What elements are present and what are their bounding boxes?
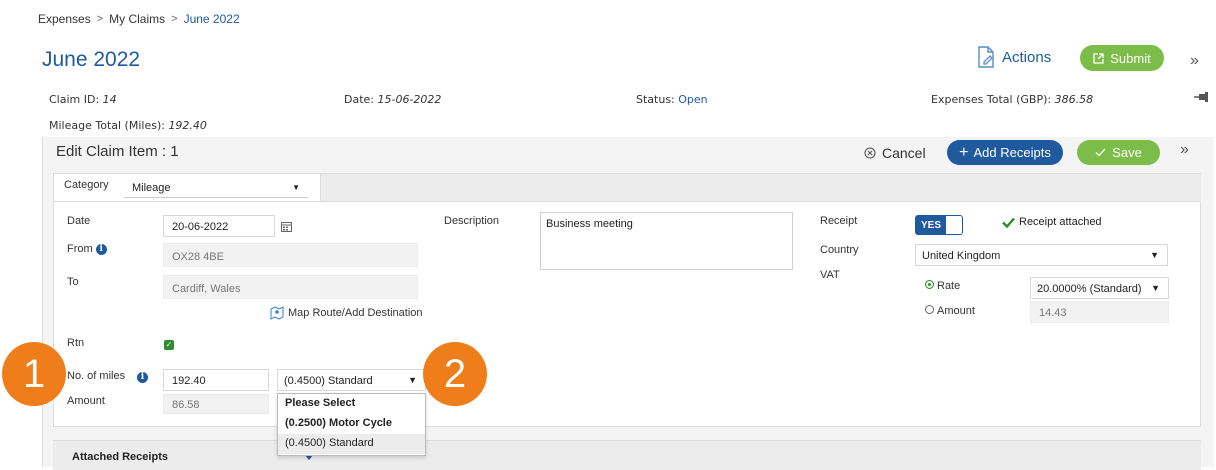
chevron-down-icon: ▼: [1151, 283, 1160, 293]
page-title: June 2022: [42, 48, 141, 71]
cancel-label: Cancel: [882, 145, 926, 161]
cancel-circle-icon: [864, 147, 876, 159]
claim-date-label: Date:: [344, 93, 374, 106]
breadcrumb-separator: >: [171, 13, 178, 25]
callout-badge-1: 1: [2, 342, 66, 406]
return-checkbox[interactable]: ✓: [164, 340, 174, 350]
receipt-status-text: Receipt attached: [1019, 216, 1102, 228]
edit-claim-title: Edit Claim Item : 1: [56, 143, 179, 160]
map-route-label: Map Route/Add Destination: [288, 307, 423, 319]
description-label: Description: [444, 215, 500, 227]
breadcrumb: Expenses > My Claims > June 2022: [38, 12, 240, 26]
miles-label: No. of miles: [67, 370, 126, 382]
breadcrumb-separator: >: [96, 13, 104, 25]
country-select[interactable]: United Kingdom ▼: [915, 244, 1168, 266]
expand-header-icon[interactable]: »: [1190, 52, 1199, 70]
calendar-icon[interactable]: [281, 221, 292, 232]
dropdown-option[interactable]: (0.2500) Motor Cycle: [278, 414, 425, 434]
receipt-toggle[interactable]: YES: [915, 215, 963, 235]
submit-button[interactable]: Submit: [1080, 45, 1164, 71]
mileage-rate-value: (0.4500) Standard: [284, 375, 373, 387]
vat-amount-field[interactable]: 14.43: [1030, 301, 1169, 323]
expand-edit-icon[interactable]: »: [1180, 141, 1189, 159]
vat-rate-radio[interactable]: [925, 280, 934, 289]
callout-badge-2: 2: [423, 342, 487, 406]
actions-button[interactable]: Actions: [976, 46, 1051, 68]
return-label: Rtn: [67, 337, 85, 349]
amount-label: Amount: [67, 395, 105, 407]
vat-rate-select[interactable]: 20.0000% (Standard) ▼: [1030, 277, 1169, 299]
claim-id: Claim ID: 14: [49, 93, 117, 106]
expenses-total-label: Expenses Total (GBP):: [931, 93, 1052, 106]
expenses-total-value: 386.58: [1054, 93, 1094, 106]
actions-label: Actions: [1002, 48, 1052, 66]
claim-status-label: Status:: [636, 93, 675, 106]
description-textarea[interactable]: Business meeting: [540, 212, 793, 270]
plus-icon: +: [959, 143, 969, 161]
mileage-total-label: Mileage Total (Miles):: [49, 119, 165, 132]
date-label: Date: [67, 215, 91, 227]
cancel-button[interactable]: Cancel: [864, 145, 926, 161]
category-label: Category: [64, 179, 109, 191]
date-field[interactable]: 20-06-2022: [163, 215, 275, 237]
from-label-text: From: [67, 243, 93, 255]
mileage-rate-dropdown: Please Select (0.2500) Motor Cycle (0.45…: [277, 393, 426, 456]
vat-label: VAT: [820, 269, 840, 281]
external-link-icon: [1093, 52, 1104, 64]
mileage-total-value: 192.40: [168, 119, 207, 132]
receipt-toggle-on: YES: [916, 216, 946, 234]
claim-date: Date: 15-06-2022: [344, 93, 441, 106]
dropdown-option-selected[interactable]: (0.4500) Standard: [278, 434, 425, 454]
receipt-label: Receipt: [820, 215, 858, 227]
claim-id-value: 14: [102, 93, 117, 106]
miles-field[interactable]: 192.40: [163, 369, 269, 391]
add-receipts-button[interactable]: + Add Receipts: [947, 140, 1063, 165]
breadcrumb-current: June 2022: [183, 12, 240, 26]
category-select[interactable]: Mileage ▼: [124, 178, 308, 198]
checkmark-icon: [1002, 217, 1015, 228]
category-value: Mileage: [132, 182, 171, 194]
claim-date-value: 15-06-2022: [377, 93, 442, 106]
claim-id-label: Claim ID:: [49, 93, 100, 106]
map-route-link[interactable]: Map Route/Add Destination: [270, 306, 423, 320]
save-button[interactable]: Save: [1077, 140, 1160, 165]
save-label: Save: [1112, 145, 1142, 160]
chevron-down-icon: ▼: [1150, 250, 1159, 260]
amount-field[interactable]: 86.58: [163, 394, 269, 414]
attached-receipts-bar: [53, 440, 1201, 470]
chevron-down-icon: ▼: [292, 183, 300, 192]
attached-receipts-label[interactable]: Attached Receipts: [72, 451, 168, 463]
check-icon: [1095, 148, 1106, 157]
claim-status-value: Open: [678, 93, 708, 106]
claim-status: Status: Open: [636, 93, 708, 106]
add-receipts-label: Add Receipts: [973, 145, 1051, 160]
map-pin-icon: [270, 306, 284, 320]
document-edit-icon: [978, 46, 994, 68]
to-label: To: [67, 276, 79, 288]
mileage-total: Mileage Total (Miles): 192.40: [49, 119, 207, 132]
breadcrumb-expenses[interactable]: Expenses: [38, 12, 91, 26]
breadcrumb-my-claims[interactable]: My Claims: [109, 12, 165, 26]
country-value: United Kingdom: [922, 250, 1001, 262]
info-icon[interactable]: i: [137, 372, 148, 383]
chevron-down-icon: ▼: [408, 375, 417, 385]
pin-icon[interactable]: [1194, 91, 1212, 103]
mileage-rate-select[interactable]: (0.4500) Standard ▼: [277, 369, 426, 391]
receipt-status: Receipt attached: [1002, 216, 1102, 228]
dropdown-option[interactable]: Please Select: [278, 394, 425, 414]
vat-rate-label: Rate: [937, 280, 961, 292]
country-label: Country: [820, 244, 859, 256]
from-field[interactable]: OX28 4BE: [163, 243, 418, 267]
vat-amount-label: Amount: [937, 305, 975, 317]
from-label: From i: [67, 243, 107, 255]
submit-label: Submit: [1110, 50, 1151, 66]
vat-amount-radio[interactable]: [925, 305, 934, 314]
expenses-total: Expenses Total (GBP): 386.58: [931, 93, 1093, 106]
vat-rate-value: 20.0000% (Standard): [1037, 283, 1142, 295]
to-field[interactable]: Cardiff, Wales: [163, 275, 418, 299]
info-icon[interactable]: i: [95, 243, 107, 255]
